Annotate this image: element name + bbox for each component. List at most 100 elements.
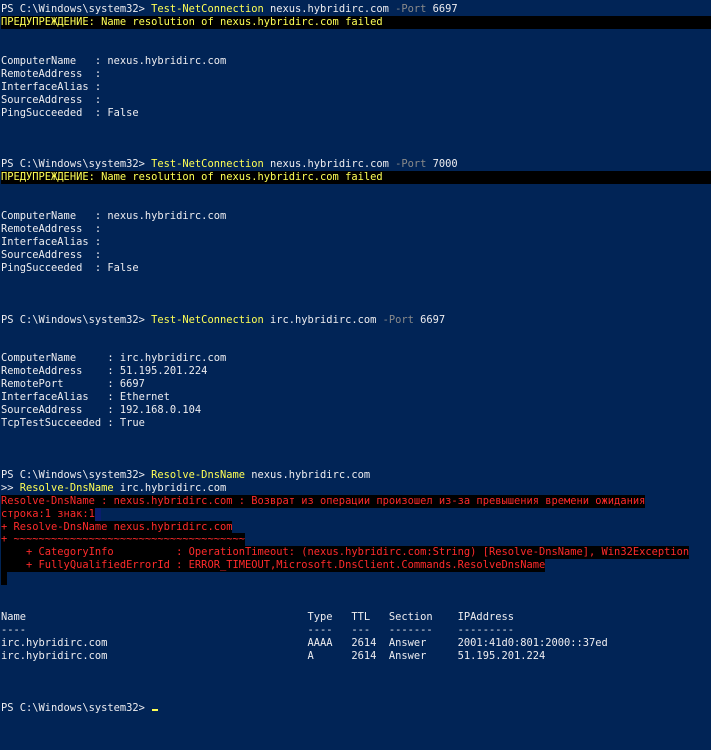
console-text: InterfaceAlias : bbox=[1, 235, 102, 248]
console-text: 7000 bbox=[426, 158, 458, 171]
console-line-output: ComputerName : nexus.hybridirc.com bbox=[0, 210, 711, 223]
command-name: Test-NetConnection bbox=[151, 313, 264, 326]
console-text: ПРЕДУПРЕЖДЕНИЕ: Name resolution of nexus… bbox=[1, 15, 383, 28]
console-line-prompt: PS C:\Windows\system32> Test-NetConnecti… bbox=[0, 3, 711, 16]
console-text: irc.hybridirc.com A 2614 Answer 51.195.2… bbox=[1, 649, 546, 662]
console-text: SourceAddress : bbox=[1, 248, 102, 261]
console-text: PS C:\Windows\system32> bbox=[1, 313, 152, 326]
console-line-prompt: PS C:\Windows\system32> Resolve-DnsName … bbox=[0, 469, 711, 482]
console-line-output: TcpTestSucceeded : True bbox=[0, 417, 711, 430]
error-message: Resolve-DnsName : nexus.hybridirc.com : … bbox=[1, 494, 646, 508]
console-line-error: + ~~~~~~~~~~~~~~~~~~~~~~~~~~~~~~~~~~~~~ bbox=[0, 533, 711, 547]
command-parameter: -Port bbox=[382, 313, 414, 326]
console-line-output: ComputerName : irc.hybridirc.com bbox=[0, 352, 711, 365]
console-text: + Resolve-DnsName nexus.hybridirc.com bbox=[1, 520, 233, 533]
powershell-console[interactable]: PS C:\Windows\system32> Test-NetConnecti… bbox=[0, 0, 711, 750]
command-name: Test-NetConnection bbox=[151, 3, 264, 15]
console-line-output: RemoteAddress : bbox=[0, 68, 711, 81]
console-text: SourceAddress : bbox=[1, 93, 102, 106]
console-line-prompt-current: PS C:\Windows\system32> bbox=[0, 702, 711, 715]
console-line-warning: ПРЕДУПРЕЖДЕНИЕ: Name resolution of nexus… bbox=[0, 171, 711, 185]
command-parameter: -Port bbox=[395, 158, 427, 171]
console-line-error: Resolve-DnsName : nexus.hybridirc.com : … bbox=[0, 494, 711, 508]
console-line-output: RemoteAddress : 51.195.201.224 bbox=[0, 365, 711, 378]
console-text: nexus.hybridirc.com bbox=[263, 3, 396, 15]
console-text: RemoteAddress : 51.195.201.224 bbox=[1, 365, 208, 378]
console-text: Name Type TTL Section IPAddress bbox=[1, 611, 514, 624]
error-message: строка:1 знак:1 bbox=[1, 507, 95, 521]
command-name: Test-NetConnection bbox=[151, 158, 264, 171]
console-line-output: ComputerName : nexus.hybridirc.com bbox=[0, 55, 711, 68]
console-line-output: SourceAddress : bbox=[0, 249, 711, 262]
console-line-error: + CategoryInfo : OperationTimeout: (nexu… bbox=[0, 546, 711, 560]
console-line-output: InterfaceAlias : bbox=[0, 81, 711, 94]
console-text: PS C:\Windows\system32> bbox=[1, 468, 152, 481]
console-text: ComputerName : irc.hybridirc.com bbox=[1, 352, 227, 365]
console-line-table-row: irc.hybridirc.com A 2614 Answer 51.195.2… bbox=[0, 650, 711, 663]
console-text: PingSucceeded : False bbox=[1, 261, 139, 274]
text-cursor[interactable] bbox=[152, 708, 159, 711]
error-message: + Resolve-DnsName nexus.hybridirc.com bbox=[1, 520, 233, 534]
console-line-output: SourceAddress : 192.168.0.104 bbox=[0, 404, 711, 417]
console-text: irc.hybridirc.com AAAA 2614 Answer 2001:… bbox=[1, 636, 608, 649]
console-line-prompt: PS C:\Windows\system32> Test-NetConnecti… bbox=[0, 158, 711, 171]
console-text: InterfaceAlias : Ethernet bbox=[1, 391, 170, 404]
error-message: + CategoryInfo : OperationTimeout: (nexu… bbox=[1, 546, 690, 560]
console-line-error: + Resolve-DnsName nexus.hybridirc.com bbox=[0, 520, 711, 534]
console-text: + ~~~~~~~~~~~~~~~~~~~~~~~~~~~~~~~~~~~~~ bbox=[1, 533, 245, 546]
command-name: Resolve-DnsName bbox=[151, 468, 245, 481]
console-text: + FullyQualifiedErrorId : ERROR_TIMEOUT,… bbox=[1, 559, 546, 572]
console-line-table-header: Name Type TTL Section IPAddress bbox=[0, 611, 711, 624]
console-text: nexus.hybridirc.com bbox=[263, 158, 396, 171]
selection-highlight bbox=[94, 507, 101, 521]
console-text: PS C:\Windows\system32> bbox=[1, 3, 152, 15]
console-text: TcpTestSucceeded : True bbox=[1, 417, 145, 429]
console-line-output: InterfaceAlias : bbox=[0, 236, 711, 249]
console-text: ---- ---- --- ------- --------- bbox=[1, 624, 514, 636]
console-text: InterfaceAlias : bbox=[1, 80, 102, 93]
console-text: ComputerName : nexus.hybridirc.com bbox=[1, 54, 227, 67]
error-message: + FullyQualifiedErrorId : ERROR_TIMEOUT,… bbox=[1, 559, 546, 573]
console-line-table-divider: ---- ---- --- ------- --------- bbox=[0, 624, 711, 637]
console-text: + CategoryInfo : OperationTimeout: (nexu… bbox=[1, 546, 690, 559]
console-text: ComputerName : nexus.hybridirc.com bbox=[1, 210, 227, 222]
console-line-prompt: PS C:\Windows\system32> Test-NetConnecti… bbox=[0, 314, 711, 327]
console-line-output: PingSucceeded : False bbox=[0, 262, 711, 275]
console-text: PS C:\Windows\system32> bbox=[1, 701, 152, 714]
error-block-end bbox=[1, 572, 7, 586]
console-line-output: RemoteAddress : bbox=[0, 223, 711, 236]
console-text: 6697 bbox=[413, 313, 446, 326]
console-line-prompt: >> Resolve-DnsName irc.hybridirc.com bbox=[0, 482, 711, 495]
warning-message: ПРЕДУПРЕЖДЕНИЕ: Name resolution of nexus… bbox=[1, 171, 711, 185]
console-text: nexus.hybridirc.com bbox=[244, 468, 371, 481]
console-line-output: InterfaceAlias : Ethernet bbox=[0, 391, 711, 404]
console-text: RemoteAddress : bbox=[1, 67, 102, 80]
console-line-error: + FullyQualifiedErrorId : ERROR_TIMEOUT,… bbox=[0, 559, 711, 573]
console-text: >> bbox=[1, 481, 20, 494]
console-line-output: PingSucceeded : False bbox=[0, 107, 711, 120]
command-parameter: -Port bbox=[395, 3, 427, 15]
console-text: строка:1 знак:1 bbox=[1, 507, 95, 520]
console-text: irc.hybridirc.com bbox=[263, 313, 383, 326]
console-text: PingSucceeded : False bbox=[1, 106, 139, 119]
command-name: Resolve-DnsName bbox=[19, 481, 114, 494]
console-text: PS C:\Windows\system32> bbox=[1, 158, 152, 171]
console-line-output: SourceAddress : bbox=[0, 94, 711, 107]
